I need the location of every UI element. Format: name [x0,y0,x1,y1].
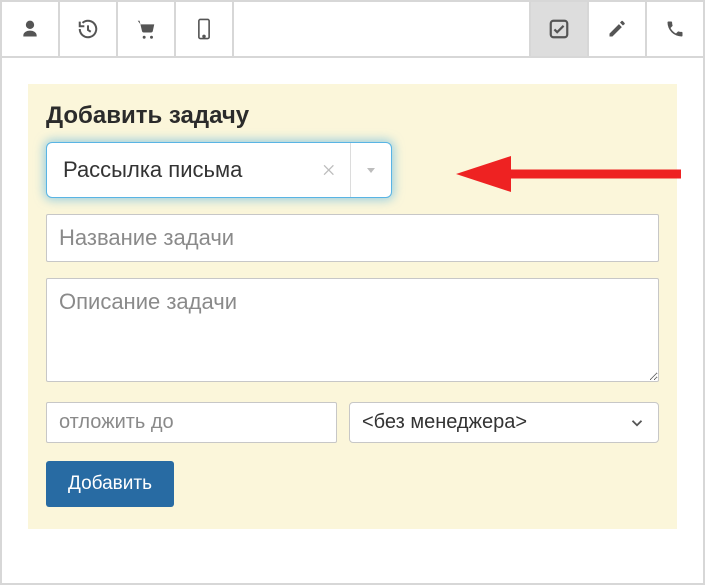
task-type-row: Рассылка письма [46,142,659,198]
toolbar-spacer [234,2,529,56]
bottom-row: <без менеджера> [46,402,659,443]
task-description-textarea[interactable] [46,278,659,382]
toolbar-edit-tab[interactable] [587,2,645,56]
add-button[interactable]: Добавить [46,461,174,507]
top-toolbar [2,0,703,58]
toolbar-user-button[interactable] [2,2,60,56]
toolbar-history-button[interactable] [60,2,118,56]
toolbar-left-group [2,2,234,56]
cart-icon [135,18,157,40]
toolbar-phone-tab[interactable] [645,2,703,56]
history-icon [77,18,99,40]
mobile-icon [195,18,213,40]
task-type-select[interactable]: Рассылка письма [46,142,392,198]
app-frame: Добавить задачу Рассылка письма [0,0,705,585]
manager-selected-value: <без менеджера> [362,411,527,434]
toolbar-cart-button[interactable] [118,2,176,56]
caret-down-icon [365,164,377,176]
task-type-dropdown-button[interactable] [351,143,391,197]
check-icon [548,18,570,40]
toolbar-tasks-tab[interactable] [529,2,587,56]
task-name-input[interactable] [46,214,659,262]
toolbar-mobile-button[interactable] [176,2,234,56]
defer-until-input[interactable] [46,402,337,443]
chevron-down-icon [628,414,646,432]
user-icon [20,19,40,39]
panel-title: Добавить задачу [46,102,659,130]
edit-icon [607,19,627,39]
task-type-clear-button[interactable] [307,143,351,197]
annotation-arrow-icon [456,154,686,194]
close-icon [321,162,337,178]
content-stage: Добавить задачу Рассылка письма [2,58,703,529]
task-type-value: Рассылка письма [47,143,307,197]
phone-icon [665,19,685,39]
toolbar-right-group [529,2,703,56]
add-task-panel: Добавить задачу Рассылка письма [28,84,677,529]
manager-select[interactable]: <без менеджера> [349,402,659,443]
